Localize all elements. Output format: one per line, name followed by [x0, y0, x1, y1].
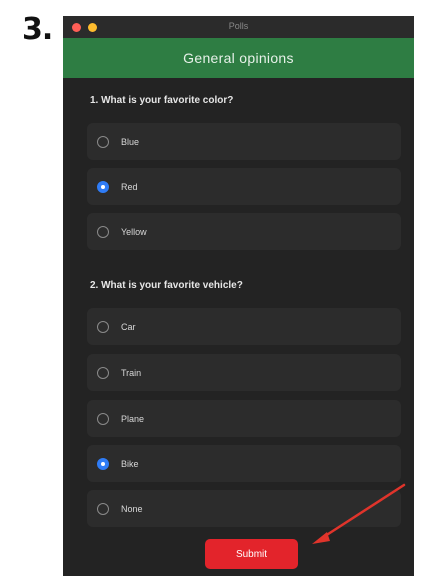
submit-button[interactable]: Submit: [205, 539, 298, 569]
option-train[interactable]: Train: [87, 354, 401, 391]
option-label: Bike: [121, 458, 139, 469]
option-label: Car: [121, 321, 136, 332]
radio-selected-icon[interactable]: [97, 180, 109, 193]
option-label: None: [121, 503, 143, 514]
radio-selected-icon[interactable]: [97, 457, 109, 470]
option-label: Blue: [121, 136, 140, 147]
window-titlebar: Polls: [63, 16, 414, 38]
poll-header-banner: General opinions: [63, 38, 414, 78]
red-arrow-icon: [312, 483, 406, 544]
window-title: Polls: [228, 21, 249, 31]
radio-unselected-icon[interactable]: [97, 225, 109, 238]
option-plane[interactable]: Plane: [87, 400, 401, 437]
question-2-text: 2. What is your favorite vehicle?: [90, 280, 243, 291]
option-car[interactable]: Car: [87, 308, 401, 345]
option-label: Red: [121, 181, 138, 192]
radio-unselected-icon[interactable]: [97, 412, 109, 425]
question-1-text: 1. What is your favorite color?: [90, 95, 234, 106]
option-blue[interactable]: Blue: [87, 123, 401, 160]
radio-unselected-icon[interactable]: [97, 135, 109, 148]
option-yellow[interactable]: Yellow: [87, 213, 401, 250]
option-label: Plane: [121, 413, 145, 424]
radio-unselected-icon[interactable]: [97, 320, 109, 333]
radio-unselected-icon[interactable]: [97, 502, 109, 515]
option-bike[interactable]: Bike: [87, 445, 401, 482]
radio-unselected-icon[interactable]: [97, 366, 109, 379]
poll-title: General opinions: [183, 50, 294, 66]
option-label: Train: [121, 367, 142, 378]
option-label: Yellow: [121, 226, 147, 237]
option-red[interactable]: Red: [87, 168, 401, 205]
step-number-label: 3.: [22, 12, 53, 47]
